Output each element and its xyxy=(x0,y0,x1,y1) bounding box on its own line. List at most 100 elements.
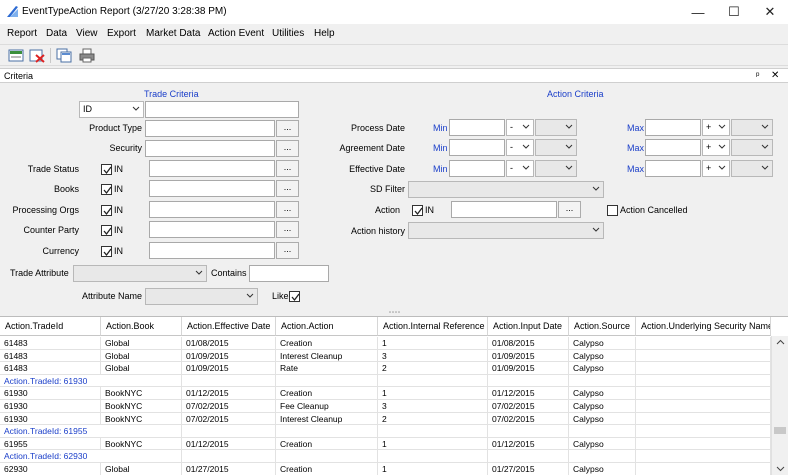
security-input[interactable] xyxy=(145,140,275,157)
table-cell[interactable]: 07/02/2015 xyxy=(182,412,276,426)
column-header[interactable]: Action.Underlying Security Name xyxy=(636,317,771,336)
menu-help[interactable]: Help xyxy=(314,28,335,39)
table-cell[interactable]: Creation xyxy=(276,337,378,350)
table-cell[interactable]: 2 xyxy=(378,362,488,375)
table-cell[interactable]: Global xyxy=(101,463,182,475)
table-cell[interactable]: 01/27/2015 xyxy=(488,463,569,475)
counter-party-input[interactable] xyxy=(149,221,275,238)
column-header[interactable]: Action.Internal Reference xyxy=(378,317,488,336)
table-cell[interactable]: 01/08/2015 xyxy=(488,337,569,350)
delete-icon[interactable] xyxy=(29,48,45,63)
copy-icon[interactable] xyxy=(56,48,72,63)
table-cell[interactable]: Calypso xyxy=(569,349,636,363)
close-button[interactable]: ✕ xyxy=(750,0,788,24)
agreement-date-min-sign-select[interactable]: - xyxy=(506,139,534,156)
print-icon[interactable] xyxy=(79,48,95,63)
table-cell[interactable]: Calypso xyxy=(569,400,636,413)
currency-browse-button[interactable]: ... xyxy=(276,242,299,259)
table-cell[interactable]: 61483 xyxy=(0,362,101,375)
table-cell[interactable] xyxy=(636,400,771,413)
effective-date-min-input[interactable] xyxy=(449,160,505,177)
table-cell[interactable]: 01/12/2015 xyxy=(488,387,569,400)
table-cell[interactable]: Calypso xyxy=(569,412,636,426)
product-type-browse-button[interactable]: ... xyxy=(276,120,299,137)
table-cell[interactable]: 01/08/2015 xyxy=(182,337,276,350)
attribute-name-select[interactable] xyxy=(145,288,258,305)
table-cell[interactable]: Rate xyxy=(276,362,378,375)
effective-date-max-unit-select[interactable] xyxy=(731,160,773,177)
sd-filter-select[interactable] xyxy=(408,181,604,198)
table-cell[interactable]: Global xyxy=(101,362,182,375)
pin-icon[interactable]: ᵖ xyxy=(756,70,759,80)
agreement-date-max-sign-select[interactable]: + xyxy=(702,139,730,156)
action-in-checkbox[interactable] xyxy=(412,205,423,216)
table-cell[interactable]: 2 xyxy=(378,412,488,426)
table-cell[interactable]: BookNYC xyxy=(101,387,182,400)
table-cell[interactable]: 61930 xyxy=(0,412,101,426)
table-cell[interactable]: 1 xyxy=(378,463,488,475)
agreement-date-min-input[interactable] xyxy=(449,139,505,156)
product-type-input[interactable] xyxy=(145,120,275,137)
table-cell[interactable]: BookNYC xyxy=(101,437,182,451)
table-cell[interactable]: 01/09/2015 xyxy=(182,349,276,363)
vertical-scrollbar[interactable] xyxy=(771,336,788,475)
agreement-date-min-unit-select[interactable] xyxy=(535,139,577,156)
table-cell[interactable] xyxy=(636,349,771,363)
like-checkbox[interactable] xyxy=(289,291,300,302)
scroll-down-icon[interactable] xyxy=(776,466,785,472)
menu-utilities[interactable]: Utilities xyxy=(272,28,304,39)
process-date-min-sign-select[interactable]: - xyxy=(506,119,534,136)
process-date-max-unit-select[interactable] xyxy=(731,119,773,136)
table-cell[interactable]: BookNYC xyxy=(101,412,182,426)
trade-status-input[interactable] xyxy=(149,160,275,177)
action-browse-button[interactable]: ... xyxy=(558,201,581,218)
table-cell[interactable] xyxy=(636,463,771,475)
books-in-checkbox[interactable] xyxy=(101,184,112,195)
table-cell[interactable]: Interest Cleanup xyxy=(276,412,378,426)
panel-close-icon[interactable]: ✕ xyxy=(771,70,779,81)
effective-date-min-unit-select[interactable] xyxy=(535,160,577,177)
processing-orgs-input[interactable] xyxy=(149,201,275,218)
trade-attribute-select[interactable] xyxy=(73,265,207,282)
table-cell[interactable]: 3 xyxy=(378,349,488,363)
menu-view[interactable]: View xyxy=(76,28,98,39)
table-cell[interactable]: 1 xyxy=(378,337,488,350)
table-cell[interactable]: 01/12/2015 xyxy=(182,387,276,400)
table-cell[interactable]: 61483 xyxy=(0,337,101,350)
table-cell[interactable]: Calypso xyxy=(569,463,636,475)
menu-data[interactable]: Data xyxy=(46,28,67,39)
trade-status-in-checkbox[interactable] xyxy=(101,164,112,175)
column-header[interactable]: Action.Book xyxy=(101,317,182,336)
table-cell[interactable]: Global xyxy=(101,349,182,363)
table-cell[interactable] xyxy=(636,337,771,350)
table-cell[interactable]: 07/02/2015 xyxy=(488,400,569,413)
table-cell[interactable]: 1 xyxy=(378,387,488,400)
agreement-date-max-input[interactable] xyxy=(645,139,701,156)
counter-party-browse-button[interactable]: ... xyxy=(276,221,299,238)
column-header[interactable]: Action.TradeId xyxy=(0,317,101,336)
table-cell[interactable]: 1 xyxy=(378,437,488,451)
table-cell[interactable]: 61483 xyxy=(0,349,101,363)
column-header[interactable]: Action.Action xyxy=(276,317,378,336)
table-cell[interactable]: Interest Cleanup xyxy=(276,349,378,363)
minimize-button[interactable]: — xyxy=(678,0,718,24)
table-cell[interactable]: Global xyxy=(101,337,182,350)
process-date-min-input[interactable] xyxy=(449,119,505,136)
effective-date-min-sign-select[interactable]: - xyxy=(506,160,534,177)
table-cell[interactable]: 3 xyxy=(378,400,488,413)
action-history-select[interactable] xyxy=(408,222,604,239)
table-cell[interactable]: 01/09/2015 xyxy=(182,362,276,375)
currency-in-checkbox[interactable] xyxy=(101,246,112,257)
processing-orgs-in-checkbox[interactable] xyxy=(101,205,112,216)
table-cell[interactable] xyxy=(636,412,771,426)
menu-export[interactable]: Export xyxy=(107,28,136,39)
id-select[interactable]: ID xyxy=(79,101,144,118)
books-browse-button[interactable]: ... xyxy=(276,180,299,197)
books-input[interactable] xyxy=(149,180,275,197)
trade-status-browse-button[interactable]: ... xyxy=(276,160,299,177)
processing-orgs-browse-button[interactable]: ... xyxy=(276,201,299,218)
table-cell[interactable]: Calypso xyxy=(569,337,636,350)
table-cell[interactable] xyxy=(636,437,771,451)
maximize-button[interactable]: ☐ xyxy=(714,0,754,24)
table-cell[interactable]: 07/02/2015 xyxy=(182,400,276,413)
